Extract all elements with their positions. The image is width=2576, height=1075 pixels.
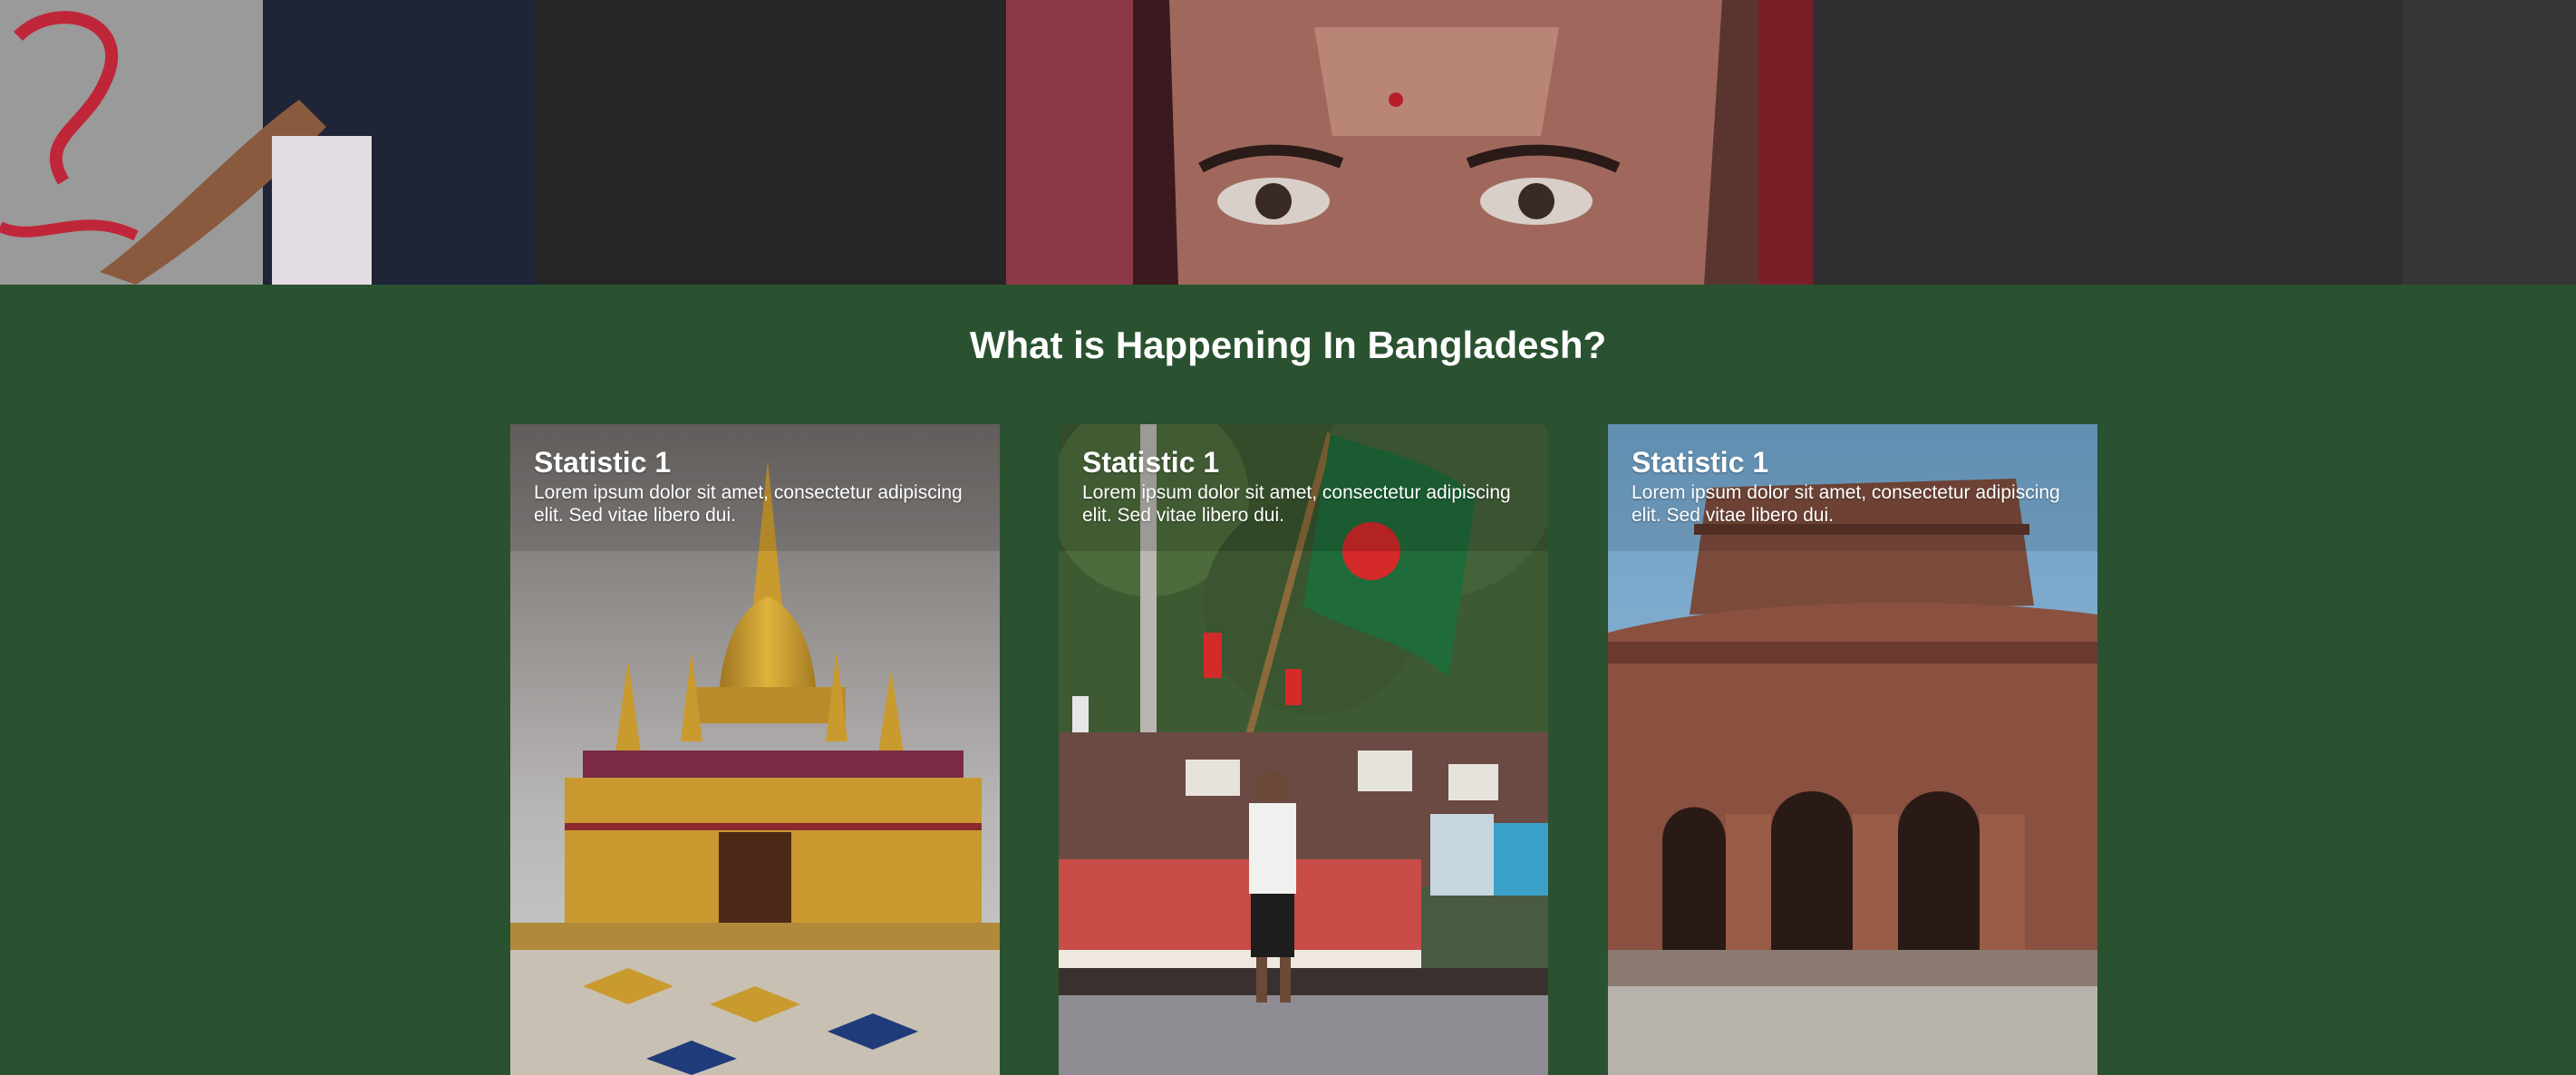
card-description: Lorem ipsum dolor sit amet, consectetur … xyxy=(534,481,963,526)
statistic-card[interactable]: Statistic 1 Lorem ipsum dolor sit amet, … xyxy=(1059,424,1548,1075)
statistic-card[interactable]: Statistic 1 Lorem ipsum dolor sit amet, … xyxy=(510,424,1000,1075)
card-description: Lorem ipsum dolor sit amet, consectetur … xyxy=(1632,481,2060,526)
statistic-card[interactable]: Statistic 1 Lorem ipsum dolor sit amet, … xyxy=(1608,424,2097,1075)
card-title: Statistic 1 xyxy=(1632,446,1769,479)
info-section: What is Happening In Bangladesh? Statist… xyxy=(0,285,2576,1075)
hero-banner-image xyxy=(0,0,2576,285)
card-title: Statistic 1 xyxy=(1082,446,1220,479)
section-title: What is Happening In Bangladesh? xyxy=(969,324,1607,366)
card-title: Statistic 1 xyxy=(534,446,672,479)
card-description: Lorem ipsum dolor sit amet, consectetur … xyxy=(1082,481,1511,526)
